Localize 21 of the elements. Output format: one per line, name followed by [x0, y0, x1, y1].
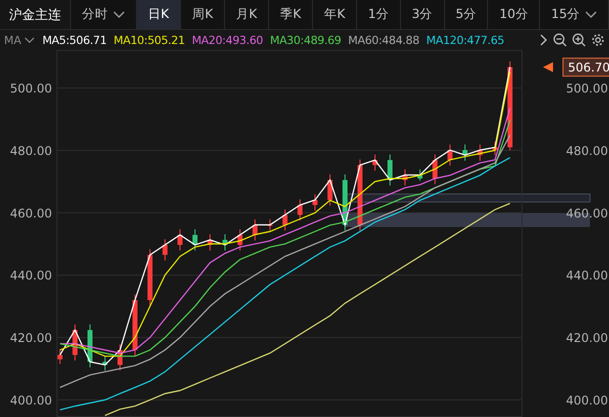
axis-label: 500.00 — [566, 82, 608, 96]
axis-label: 440.00 — [10, 268, 52, 283]
ma-value: MA60:484.88 — [348, 34, 420, 46]
ma-value: MA20:493.60 — [192, 34, 263, 46]
period-tab[interactable]: 日K — [136, 0, 181, 29]
ma-value: MA5:506.71 — [42, 34, 107, 46]
axis-label: 440.00 — [566, 268, 608, 283]
ma-value: MA120:477.65 — [426, 34, 504, 46]
axis-label: 400.00 — [566, 393, 608, 408]
axis-label: 420.00 — [10, 331, 52, 345]
axis-label: 460.00 — [10, 206, 52, 220]
indicator-dropdown[interactable]: MA — [4, 34, 36, 46]
axis-label: 480.00 — [10, 144, 52, 158]
axis-label: 500.00 — [10, 82, 52, 96]
axis-label: 400.00 — [10, 393, 52, 408]
axis-label: 480.00 — [566, 144, 608, 158]
instrument-title: 沪金主连 — [0, 0, 71, 29]
axis-label: 460.00 — [566, 206, 608, 220]
ma-value: MA30:489.69 — [270, 34, 342, 46]
axis-label: 420.00 — [566, 331, 608, 345]
ma-value: MA10:505.21 — [114, 34, 185, 46]
